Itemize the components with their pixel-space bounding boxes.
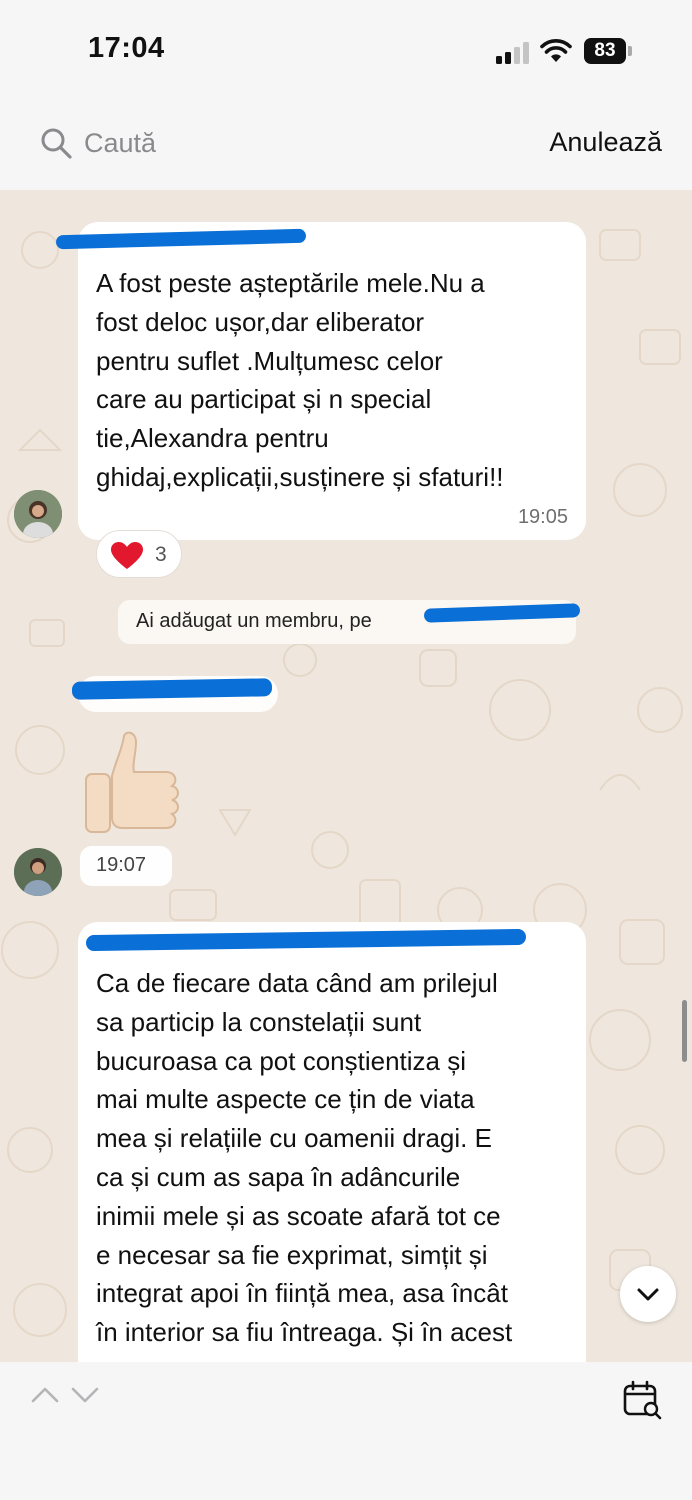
- scroll-down-button[interactable]: [620, 1266, 676, 1322]
- calendar-search-icon[interactable]: [622, 1380, 662, 1420]
- wifi-icon: [540, 38, 572, 64]
- bottom-toolbar: [0, 1362, 692, 1500]
- reaction-count: 3: [155, 543, 167, 566]
- status-bar: 17:04 83: [0, 0, 692, 100]
- system-message-text: Ai adăugat un membru, pe: [136, 610, 372, 632]
- search-input[interactable]: Caută: [84, 128, 156, 159]
- sticker-time-badge: 19:07: [80, 846, 172, 886]
- redaction-mark: [55, 228, 307, 250]
- reaction-badge[interactable]: 3: [96, 530, 182, 578]
- sender-label-bubble: [71, 676, 278, 712]
- message-bubble[interactable]: Ca de fiecare data când am prilejul sa p…: [78, 922, 586, 1362]
- redaction-mark: [71, 678, 273, 700]
- chevron-down-icon[interactable]: [70, 1380, 100, 1410]
- search-icon: [41, 128, 72, 159]
- cellular-signal-icon: [496, 42, 532, 64]
- battery-icon: 83: [584, 38, 632, 64]
- message-bubble[interactable]: A fost peste așteptările mele.Nu a fost …: [55, 222, 586, 540]
- battery-level: 83: [584, 38, 626, 64]
- message-text: A fost peste așteptările mele.Nu a fost …: [96, 268, 504, 492]
- thumbs-up-sticker[interactable]: [82, 730, 186, 840]
- avatar[interactable]: [14, 490, 62, 538]
- chat-area[interactable]: A fost peste așteptările mele.Nu a fost …: [0, 190, 692, 1362]
- heart-icon: [111, 542, 143, 569]
- scroll-indicator[interactable]: [682, 1000, 687, 1062]
- cancel-button[interactable]: Anulează: [549, 127, 662, 158]
- message-time: 19:07: [96, 854, 147, 876]
- chevron-down-icon: [637, 1288, 659, 1301]
- message-time: 19:05: [517, 506, 568, 528]
- thumbs-up-icon: [85, 731, 179, 833]
- message-text: Ca de fiecare data când am prilejul sa p…: [96, 968, 513, 1348]
- redaction-mark: [85, 928, 527, 952]
- system-message: Ai adăugat un membru, pe: [118, 600, 581, 644]
- redaction-mark: [423, 603, 581, 623]
- avatar[interactable]: [14, 848, 62, 896]
- search-bar: Caută Anulează: [0, 100, 692, 190]
- status-time: 17:04: [88, 32, 165, 64]
- chevron-up-icon[interactable]: [30, 1380, 60, 1410]
